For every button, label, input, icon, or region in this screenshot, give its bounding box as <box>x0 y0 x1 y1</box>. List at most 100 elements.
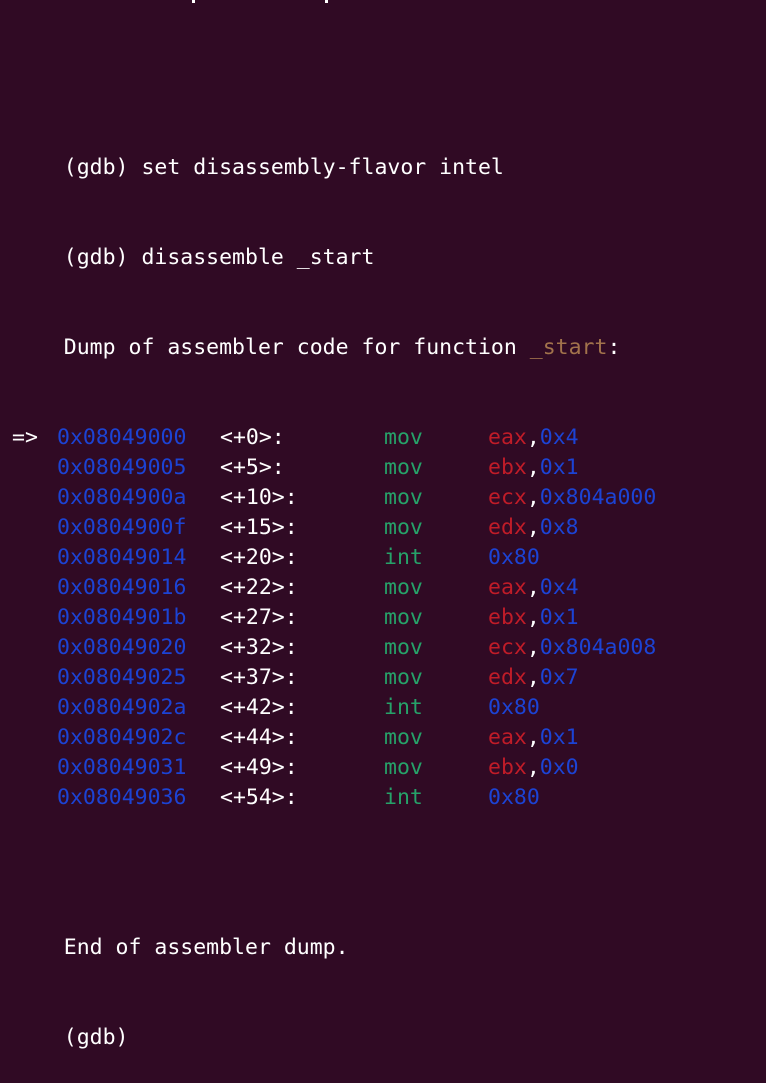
register-operand: ebx <box>488 755 527 780</box>
instruction-offset: <+32>: <box>220 635 298 660</box>
instruction-offset: <+37>: <box>220 665 298 690</box>
instruction-operands: ecx,0x804a000 <box>488 483 656 513</box>
instruction-mnemonic: mov <box>384 755 423 780</box>
instruction-mnemonic: mov <box>384 605 423 630</box>
operand-separator: , <box>526 755 540 780</box>
gdb-prompt: (gdb) <box>63 1025 129 1050</box>
operand-separator: , <box>526 665 540 690</box>
instruction-offset: <+27>: <box>220 605 298 630</box>
instruction-address: 0x08049005 <box>57 455 187 480</box>
instruction-mnemonic: int <box>384 695 423 720</box>
instruction-operands: 0x80 <box>488 693 540 723</box>
command-text: (gdb) disassemble _start <box>63 245 375 270</box>
register-operand: ecx <box>488 485 527 510</box>
scrolled-off-text-fragment <box>0 0 766 3</box>
instruction-address: 0x0804902a <box>57 695 187 720</box>
instruction-offset: <+49>: <box>220 755 298 780</box>
instruction-mnemonic: mov <box>384 665 423 690</box>
operand-separator: , <box>526 455 540 480</box>
instruction-address: 0x08049020 <box>57 635 187 660</box>
instruction-address: 0x08049025 <box>57 665 187 690</box>
register-operand: ecx <box>488 635 527 660</box>
immediate-operand: 0x80 <box>488 545 540 570</box>
register-operand: ebx <box>488 455 527 480</box>
register-operand: eax <box>488 725 527 750</box>
instruction-operands: edx,0x7 <box>488 663 579 693</box>
command-line: (gdb) set disassembly-flavor intel <box>12 123 766 180</box>
instruction-row: 0x08049016 <+22>: mov eax,0x4 <box>12 573 766 603</box>
instruction-row: 0x0804900a <+10>: mov ecx,0x804a000 <box>12 483 766 513</box>
instruction-offset: <+44>: <box>220 725 298 750</box>
instruction-operands: eax,0x4 <box>488 423 579 453</box>
command-line: (gdb) disassemble _start <box>12 213 766 270</box>
instruction-address: 0x08049036 <box>57 785 187 810</box>
instruction-address: 0x0804900f <box>57 515 187 540</box>
instruction-operands: edx,0x8 <box>488 513 579 543</box>
immediate-operand: 0x4 <box>539 425 579 450</box>
dump-header-prefix: Dump of assembler code for function <box>63 335 530 360</box>
operand-separator: , <box>526 725 540 750</box>
instruction-address: 0x08049031 <box>57 755 187 780</box>
instruction-row: 0x08049031 <+49>: mov ebx,0x0 <box>12 753 766 783</box>
instruction-operands: 0x80 <box>488 783 540 813</box>
instruction-address: 0x08049014 <box>57 545 187 570</box>
instruction-row: 0x08049005 <+5>: mov ebx,0x1 <box>12 453 766 483</box>
instruction-address: 0x0804902c <box>57 725 187 750</box>
dump-header: Dump of assembler code for function _sta… <box>12 303 766 360</box>
instruction-offset: <+10>: <box>220 485 298 510</box>
immediate-operand: 0x804a008 <box>539 635 657 660</box>
instruction-row: 0x08049014 <+20>: int 0x80 <box>12 543 766 573</box>
immediate-operand: 0x1 <box>539 725 579 750</box>
instruction-offset: <+22>: <box>220 575 298 600</box>
instruction-mnemonic: int <box>384 545 423 570</box>
dump-footer-text: End of assembler dump. <box>63 935 349 960</box>
instruction-operands: ebx,0x0 <box>488 753 579 783</box>
instruction-offset: <+15>: <box>220 515 298 540</box>
instruction-row: 0x08049036 <+54>: int 0x80 <box>12 783 766 813</box>
instruction-offset: <+54>: <box>220 785 298 810</box>
instruction-row: 0x0804902c <+44>: mov eax,0x1 <box>12 723 766 753</box>
instruction-row: 0x0804900f <+15>: mov edx,0x8 <box>12 513 766 543</box>
instruction-row: 0x08049020 <+32>: mov ecx,0x804a008 <box>12 633 766 663</box>
command-text: (gdb) set disassembly-flavor intel <box>63 155 504 180</box>
immediate-operand: 0x7 <box>539 665 579 690</box>
register-operand: edx <box>488 515 527 540</box>
instruction-operands: 0x80 <box>488 543 540 573</box>
dump-header-suffix: : <box>607 335 621 360</box>
immediate-operand: 0x8 <box>539 515 579 540</box>
instruction-mnemonic: mov <box>384 515 423 540</box>
instruction-mnemonic: int <box>384 785 423 810</box>
current-instruction-marker: => <box>12 425 38 450</box>
instruction-address: 0x0804901b <box>57 605 187 630</box>
register-operand: eax <box>488 425 527 450</box>
instruction-offset: <+5>: <box>220 455 285 480</box>
instruction-row: => 0x08049000 <+0>: mov eax,0x4 <box>12 423 766 453</box>
register-operand: eax <box>488 575 527 600</box>
prompt-line[interactable]: (gdb) <box>12 993 766 1050</box>
instruction-operands: ecx,0x804a008 <box>488 633 656 663</box>
immediate-operand: 0x4 <box>539 575 579 600</box>
immediate-operand: 0x80 <box>488 785 540 810</box>
operand-separator: , <box>526 635 540 660</box>
instruction-operands: ebx,0x1 <box>488 603 579 633</box>
instruction-mnemonic: mov <box>384 575 423 600</box>
instruction-address: 0x08049016 <box>57 575 187 600</box>
terminal-window[interactable]: (gdb) set disassembly-flavor intel (gdb)… <box>0 0 766 1050</box>
instruction-address: 0x08049000 <box>57 425 187 450</box>
immediate-operand: 0x0 <box>539 755 579 780</box>
instruction-operands: eax,0x1 <box>488 723 579 753</box>
instruction-mnemonic: mov <box>384 635 423 660</box>
operand-separator: , <box>526 605 540 630</box>
register-operand: ebx <box>488 605 527 630</box>
immediate-operand: 0x1 <box>539 455 579 480</box>
instruction-row: 0x0804901b <+27>: mov ebx,0x1 <box>12 603 766 633</box>
function-name: _start <box>529 335 608 360</box>
instruction-list: => 0x08049000 <+0>: mov eax,0x4 0x08049005 <+5… <box>12 423 766 813</box>
instruction-mnemonic: mov <box>384 425 423 450</box>
register-operand: edx <box>488 665 527 690</box>
instruction-offset: <+42>: <box>220 695 298 720</box>
dump-footer: End of assembler dump. <box>12 903 766 960</box>
immediate-operand: 0x80 <box>488 695 540 720</box>
immediate-operand: 0x804a000 <box>539 485 657 510</box>
operand-separator: , <box>526 425 540 450</box>
